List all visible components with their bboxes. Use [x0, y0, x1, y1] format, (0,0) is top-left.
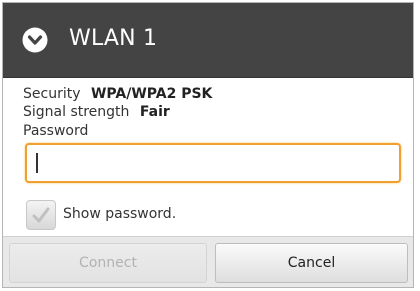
cancel-button[interactable]: Cancel — [215, 243, 408, 283]
wifi-circle-chevron-icon — [21, 26, 49, 54]
security-label: Security — [23, 86, 81, 102]
dialog-titlebar: WLAN 1 — [3, 3, 413, 78]
show-password-checkbox[interactable] — [26, 200, 56, 230]
dialog-button-bar: Connect Cancel — [3, 236, 413, 287]
checkmark-icon — [32, 207, 50, 223]
text-caret — [36, 153, 38, 173]
wifi-dialog: WLAN 1 Security WPA/WPA2 PSK Signal stre… — [2, 2, 414, 288]
connect-button[interactable]: Connect — [9, 243, 207, 283]
security-row: Security WPA/WPA2 PSK — [23, 85, 212, 103]
password-input[interactable] — [25, 143, 401, 183]
show-password-label[interactable]: Show password. — [63, 204, 176, 224]
password-label: Password — [23, 123, 89, 139]
signal-row: Signal strength Fair — [23, 103, 170, 121]
dialog-title: WLAN 1 — [69, 26, 158, 51]
security-value: WPA/WPA2 PSK — [90, 86, 213, 102]
signal-label: Signal strength — [23, 104, 130, 120]
signal-value: Fair — [139, 104, 170, 120]
